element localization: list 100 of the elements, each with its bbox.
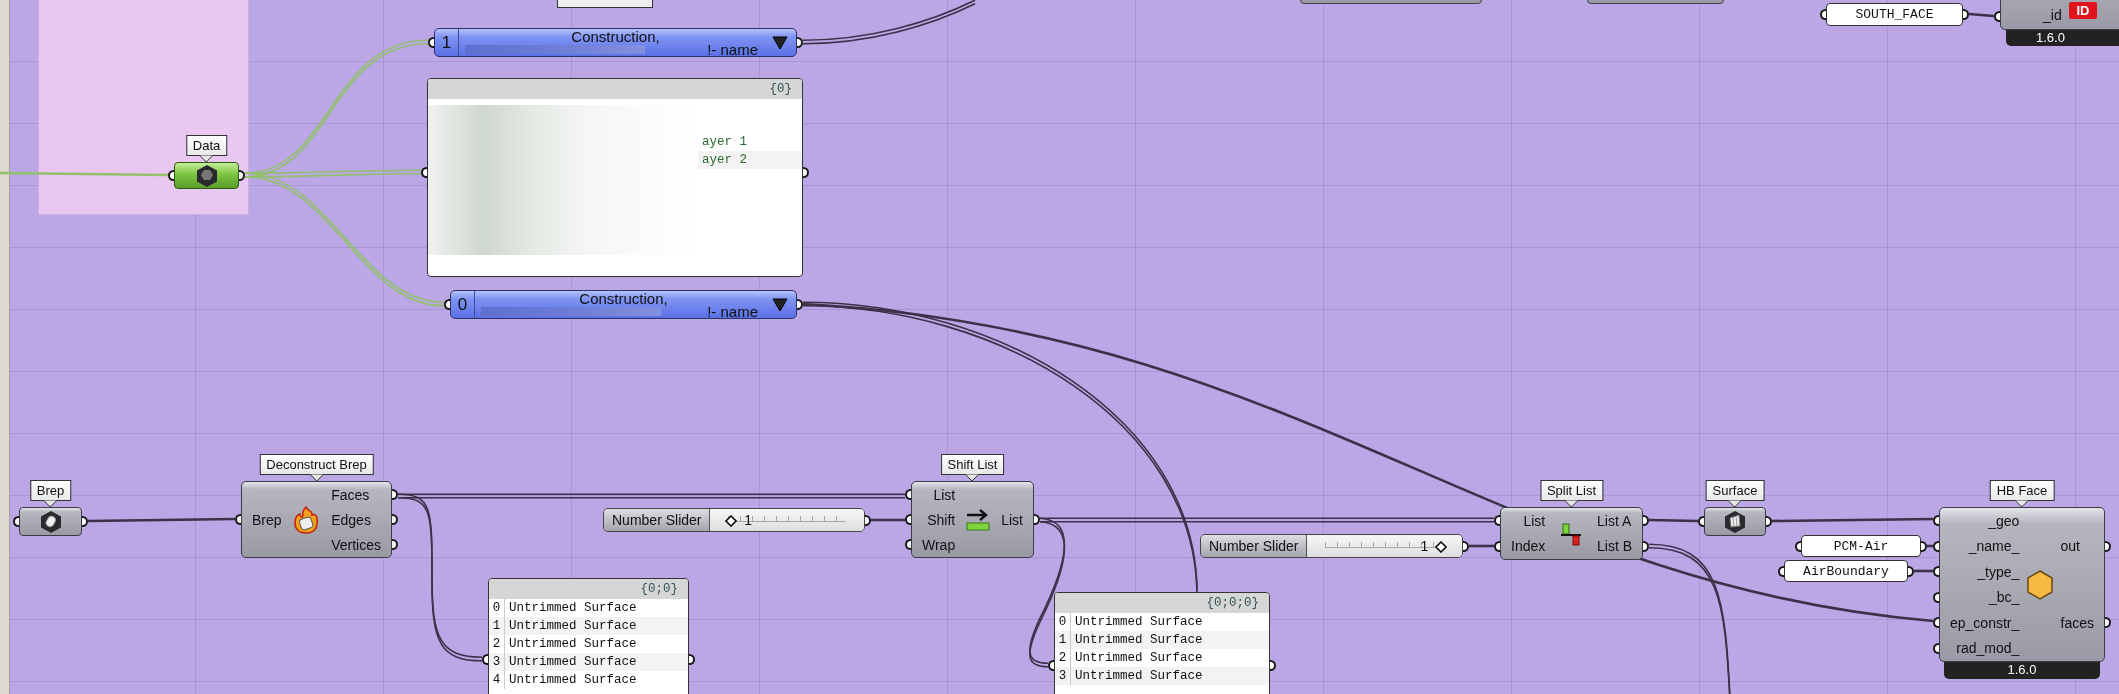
item-index: 1: [435, 29, 459, 56]
output-port[interactable]: [1643, 515, 1649, 527]
output-label: List B: [1597, 538, 1632, 555]
output-port[interactable]: [2105, 540, 2111, 552]
branch-path: {0;0}: [640, 582, 678, 596]
output-port[interactable]: [1766, 516, 1772, 527]
slider-thumb[interactable]: [1435, 541, 1448, 553]
input-port[interactable]: [428, 37, 434, 48]
input-port[interactable]: [1933, 591, 1939, 603]
input-port[interactable]: [1778, 565, 1784, 577]
input-port[interactable]: [1698, 516, 1704, 527]
text-panel[interactable]: {0;0} 0 Untrimmed Surface 1 Untrimmed Surface 2 Untrimmed Surface 3 Untrimmed Surface 4 Untrimmed Surface: [488, 578, 689, 694]
text-panel[interactable]: {0;0;0} 0 Untrimmed Surface 1 Untrimmed Surface 2 Untrimmed Surface 3 Untrimmed Surface: [1054, 592, 1270, 694]
pointer-icon: [309, 474, 324, 481]
slider-value: 1: [744, 512, 752, 528]
output-port[interactable]: [1034, 514, 1040, 525]
component-node[interactable]: List Shift Wrap List: [911, 481, 1034, 558]
text-panel[interactable]: PCM-Air: [1801, 535, 1921, 557]
text-panel[interactable]: {0} ayer 1 ayer 2: [427, 78, 803, 277]
item-text: !- name: [707, 42, 759, 56]
split-bars-icon: [1560, 521, 1583, 546]
slider-track[interactable]: 1: [710, 509, 864, 531]
input-port[interactable]: [1048, 659, 1054, 671]
input-port[interactable]: [1494, 515, 1500, 527]
slider-label: Number Slider: [604, 509, 711, 531]
node-label: Deconstruct Brep: [259, 454, 374, 475]
pointer-icon: [1728, 500, 1742, 507]
output-port[interactable]: [1270, 659, 1276, 671]
input-port[interactable]: [905, 514, 911, 525]
input-port[interactable]: [1494, 540, 1500, 552]
number-slider[interactable]: Number Slider 1: [1200, 534, 1463, 558]
slider-track[interactable]: 1: [1307, 535, 1462, 557]
output-port[interactable]: [2105, 617, 2111, 629]
row-text: ayer 2: [701, 153, 747, 167]
component-node[interactable]: Brep Faces Edges Vertices: [241, 481, 392, 558]
input-port[interactable]: [444, 299, 450, 310]
hexagon-icon: [38, 509, 63, 534]
component-node[interactable]: _geo _name_ _type_ _bc_ ep_constr_ rad_mod_ out faces: [1939, 507, 2105, 662]
output-port[interactable]: [797, 37, 803, 48]
item-text: Construction,: [578, 291, 669, 305]
row-text: Untrimmed Surface: [1074, 615, 1203, 629]
param-node[interactable]: [174, 162, 239, 189]
param-node[interactable]: [19, 507, 82, 536]
output-port[interactable]: [392, 539, 398, 550]
row-text: Untrimmed Surface: [508, 673, 637, 687]
pointer-icon: [43, 500, 58, 507]
output-port[interactable]: [82, 516, 88, 527]
input-port[interactable]: [13, 516, 19, 527]
output-port[interactable]: [689, 653, 695, 665]
component-node[interactable]: List Index List A List B: [1500, 507, 1643, 560]
output-port[interactable]: [392, 514, 398, 525]
output-port[interactable]: [1921, 540, 1927, 552]
input-port[interactable]: [1933, 515, 1939, 527]
row-text: ayer 1: [701, 135, 747, 149]
param-node[interactable]: [1704, 507, 1766, 536]
number-slider[interactable]: Number Slider 1: [603, 508, 865, 532]
node-label: Data: [185, 135, 228, 156]
output-port[interactable]: [392, 489, 398, 500]
hexagon-icon: [2025, 568, 2054, 601]
input-label: rad_mod_: [1956, 640, 2020, 657]
row-text: Untrimmed Surface: [1074, 669, 1203, 683]
output-port[interactable]: [797, 299, 803, 310]
input-port[interactable]: [905, 489, 911, 500]
hexagon-icon: [194, 163, 219, 188]
dropdown-triangle-icon[interactable]: [772, 35, 788, 50]
input-port[interactable]: [905, 539, 911, 550]
input-port[interactable]: [482, 653, 488, 665]
input-port[interactable]: [168, 170, 174, 181]
output-port[interactable]: [1463, 540, 1469, 552]
component-node[interactable]: _id ID: [2000, 0, 2119, 30]
input-port[interactable]: [1820, 9, 1826, 20]
output-port[interactable]: [865, 514, 871, 526]
item-text: Construction,: [570, 29, 661, 43]
input-label: Index: [1511, 538, 1546, 555]
input-port[interactable]: [1933, 642, 1939, 654]
input-port[interactable]: [421, 166, 427, 178]
pointer-icon: [1564, 500, 1579, 507]
row-text: Untrimmed Surface: [508, 637, 637, 651]
output-port[interactable]: [1963, 9, 1969, 20]
pointer-icon: [199, 155, 214, 162]
value-list[interactable]: 1 Construction, !- name: [434, 28, 797, 57]
row-text: Untrimmed Surface: [1074, 651, 1203, 665]
value-list[interactable]: 0 Construction, !- name: [450, 290, 797, 319]
input-port[interactable]: [1933, 566, 1939, 578]
output-port[interactable]: [1643, 540, 1649, 552]
output-port[interactable]: [803, 166, 809, 178]
input-port[interactable]: [1933, 540, 1939, 552]
input-port[interactable]: [235, 514, 241, 525]
row-text: Untrimmed Surface: [1074, 633, 1203, 647]
input-label: Shift: [927, 511, 956, 528]
dropdown-triangle-icon[interactable]: [772, 297, 788, 312]
text-panel[interactable]: SOUTH_FACE: [1826, 3, 1963, 26]
input-port[interactable]: [1994, 10, 2000, 22]
input-port[interactable]: [1933, 617, 1939, 629]
slider-thumb[interactable]: [725, 515, 738, 527]
output-port[interactable]: [1908, 565, 1914, 577]
output-port[interactable]: [239, 170, 245, 181]
text-panel[interactable]: AirBoundary: [1784, 560, 1908, 582]
input-label: List: [933, 486, 956, 503]
input-port[interactable]: [1795, 540, 1801, 552]
